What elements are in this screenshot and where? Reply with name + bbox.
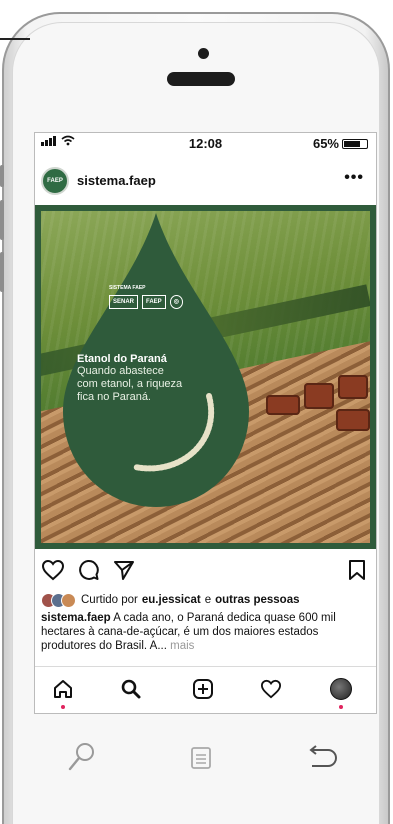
heart-icon[interactable] — [41, 559, 65, 586]
activity-icon[interactable] — [257, 675, 285, 703]
image-border — [35, 205, 376, 549]
post-caption: sistema.faep A cada ano, o Paraná dedica… — [41, 611, 371, 653]
front-camera — [198, 48, 209, 59]
profile-avatar — [330, 678, 352, 700]
caption-username[interactable]: sistema.faep — [41, 612, 111, 624]
profile-notification-dot — [339, 705, 343, 709]
status-bar: 12:08 65% — [35, 133, 376, 155]
likes-others[interactable]: outras pessoas — [215, 594, 299, 606]
search-icon[interactable] — [117, 675, 145, 703]
likes-prefix: Curtido por — [81, 594, 138, 606]
battery-indicator: 65% — [313, 136, 368, 151]
post-actions — [35, 555, 376, 585]
hardware-back-icon[interactable] — [306, 744, 340, 775]
home-icon[interactable] — [49, 675, 77, 709]
post-header: FAEP sistema.faep ••• — [35, 161, 376, 201]
more-options-icon[interactable]: ••• — [344, 169, 364, 187]
battery-percent: 65% — [312, 136, 339, 151]
new-post-icon[interactable] — [189, 675, 217, 703]
battery-icon — [342, 138, 368, 149]
account-username[interactable]: sistema.faep — [77, 173, 156, 188]
home-notification-dot — [61, 705, 65, 709]
share-icon[interactable] — [113, 559, 135, 586]
likes-line[interactable]: Curtido por eu.jessicat e outras pessoas — [41, 591, 371, 609]
mute-switch — [0, 165, 4, 187]
likes-user[interactable]: eu.jessicat — [142, 594, 201, 606]
hardware-search-icon[interactable] — [66, 740, 98, 779]
bottom-navigation — [35, 666, 376, 713]
divider-line — [0, 38, 30, 40]
earpiece-speaker — [167, 72, 235, 86]
caption-more-link[interactable]: mais — [170, 640, 194, 652]
liker-avatars — [41, 592, 76, 608]
likes-joiner: e — [204, 594, 212, 606]
volume-up-button — [0, 200, 4, 240]
account-avatar[interactable]: FAEP — [41, 167, 69, 195]
post-image[interactable]: SISTEMA FAEP SENAR FAEP ◎ Etanol do Para… — [35, 205, 376, 549]
volume-down-button — [0, 252, 4, 292]
phone-screen: 12:08 65% FAEP sistema.faep ••• SISTEMA … — [34, 132, 377, 714]
profile-icon[interactable] — [327, 675, 355, 709]
bookmark-icon[interactable] — [348, 559, 366, 586]
comment-icon[interactable] — [77, 559, 99, 586]
hardware-menu-icon[interactable] — [190, 746, 212, 775]
